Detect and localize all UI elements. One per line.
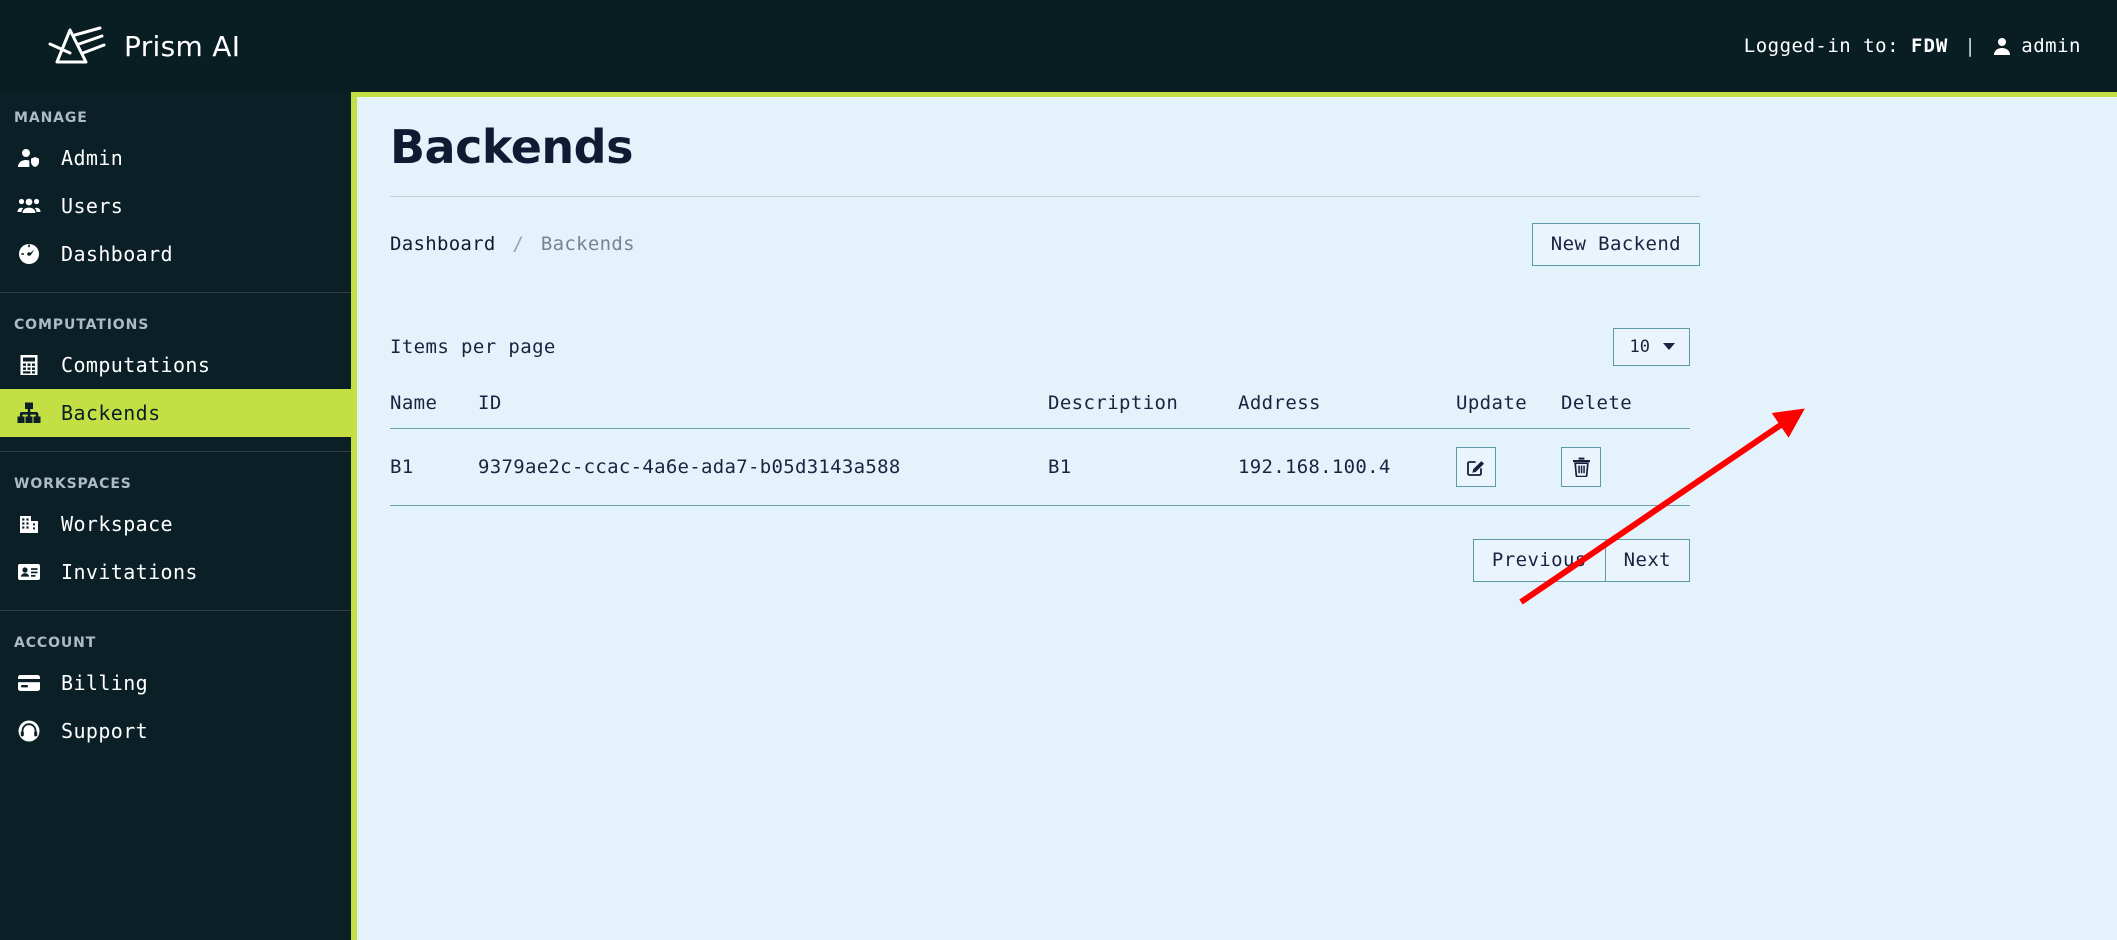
sidebar-item-backends[interactable]: Backends xyxy=(0,389,351,437)
previous-page-button[interactable]: Previous xyxy=(1472,538,1605,582)
nav-group-manage: MANAGE Admin Users Dashboard xyxy=(0,92,351,278)
items-per-page-label: Items per page xyxy=(390,335,556,358)
tenant-name: FDW xyxy=(1911,35,1949,57)
next-page-button[interactable]: Next xyxy=(1604,538,1690,582)
cell-name: B1 xyxy=(390,428,478,506)
nav-group-workspaces: WORKSPACES Workspace Invitations xyxy=(0,451,351,596)
cell-update xyxy=(1456,428,1561,506)
main-content: Backends Dashboard / Backends New Backen… xyxy=(357,92,2117,940)
id-card-icon xyxy=(16,559,42,585)
nav-section-label-workspaces: WORKSPACES xyxy=(14,476,132,492)
sidebar-item-dashboard[interactable]: Dashboard xyxy=(0,230,351,278)
cell-address: 192.168.100.4 xyxy=(1238,428,1456,506)
new-backend-button[interactable]: New Backend xyxy=(1531,223,1700,266)
brand-name: Prism AI xyxy=(124,29,241,63)
sidebar-item-label: Backends xyxy=(61,401,161,425)
brand[interactable]: Prism AI xyxy=(0,22,240,70)
update-button[interactable] xyxy=(1456,446,1496,487)
table-body: B1 9379ae2c-ccac-4a6e-ada7-b05d3143a588 … xyxy=(390,428,1690,506)
calculator-icon xyxy=(16,352,42,378)
top-bar: Prism AI Logged-in to: FDW | admin xyxy=(0,0,2117,92)
items-per-page-select[interactable]: 10 xyxy=(1612,327,1690,366)
building-icon xyxy=(16,511,42,537)
cell-id: 9379ae2c-ccac-4a6e-ada7-b05d3143a588 xyxy=(478,428,1048,506)
sidebar-item-workspace[interactable]: Workspace xyxy=(0,500,351,548)
column-header-description: Description xyxy=(1048,391,1238,429)
column-header-delete: Delete xyxy=(1561,391,1690,429)
sidebar-item-billing[interactable]: Billing xyxy=(0,659,351,707)
user-menu[interactable]: admin xyxy=(1992,35,2081,57)
cell-delete xyxy=(1561,428,1690,506)
table-row: B1 9379ae2c-ccac-4a6e-ada7-b05d3143a588 … xyxy=(390,428,1690,506)
nav-section-label-computations: COMPUTATIONS xyxy=(14,317,150,333)
breadcrumb-separator: / xyxy=(512,233,525,256)
logged-in-label: Logged-in to: xyxy=(1743,35,1900,57)
nav-section-label-account: ACCOUNT xyxy=(14,635,97,651)
edit-pencil-square-icon xyxy=(1466,457,1486,477)
sidebar-item-label: Billing xyxy=(61,671,149,695)
sidebar-item-support[interactable]: Support xyxy=(0,707,351,755)
sitemap-icon xyxy=(16,400,42,426)
breadcrumb: Dashboard / Backends xyxy=(390,233,635,255)
user-shield-icon xyxy=(16,145,42,171)
sidebar-accent-strip xyxy=(351,92,357,940)
column-header-id: ID xyxy=(478,391,1048,429)
sidebar-item-label: Dashboard xyxy=(61,242,173,266)
sidebar-item-label: Support xyxy=(61,719,149,743)
pagination: Previous Next xyxy=(390,538,1690,582)
page-title: Backends xyxy=(390,120,633,174)
sidebar-item-invitations[interactable]: Invitations xyxy=(0,548,351,596)
nav-group-computations: COMPUTATIONS Computations Backends xyxy=(0,292,351,437)
sidebar-item-label: Computations xyxy=(61,353,211,377)
users-group-icon xyxy=(16,193,42,219)
sidebar-item-computations[interactable]: Computations xyxy=(0,341,351,389)
breadcrumb-dashboard[interactable]: Dashboard xyxy=(390,233,496,255)
delete-button[interactable] xyxy=(1561,446,1601,487)
trash-icon xyxy=(1572,457,1591,477)
column-header-name: Name xyxy=(390,391,478,429)
nav-section-label-manage: MANAGE xyxy=(14,110,88,126)
user-icon xyxy=(1992,36,2012,56)
username: admin xyxy=(2021,35,2081,57)
column-header-address: Address xyxy=(1238,391,1456,429)
sidebar-item-admin[interactable]: Admin xyxy=(0,134,351,182)
sidebar-item-users[interactable]: Users xyxy=(0,182,351,230)
sidebar-item-label: Users xyxy=(61,194,124,218)
cell-description: B1 xyxy=(1048,428,1238,506)
dashboard-gauge-icon xyxy=(16,241,42,267)
table-header-row: Name ID Description Address Update Delet… xyxy=(390,391,1690,429)
sidebar-item-label: Invitations xyxy=(61,560,198,584)
sidebar: MANAGE Admin Users Dashboard COMPUTATION… xyxy=(0,92,351,940)
sidebar-item-label: Workspace xyxy=(61,512,173,536)
chevron-down-icon xyxy=(1663,343,1675,351)
credit-card-icon xyxy=(16,670,42,696)
headset-icon xyxy=(16,718,42,744)
column-header-update: Update xyxy=(1456,391,1561,429)
prism-logo-icon xyxy=(44,22,108,70)
sidebar-item-label: Admin xyxy=(61,146,124,170)
content-accent-strip xyxy=(351,92,2117,97)
table-header: Name ID Description Address Update Delet… xyxy=(390,391,1690,429)
breadcrumb-row: Dashboard / Backends New Backend xyxy=(390,197,1700,266)
items-per-page-row: Items per page 10 xyxy=(390,327,1690,366)
backends-table: Name ID Description Address Update Delet… xyxy=(390,391,1690,506)
nav-group-account: ACCOUNT Billing Support xyxy=(0,610,351,755)
divider: | xyxy=(1964,35,1977,57)
top-bar-right: Logged-in to: FDW | admin xyxy=(1744,35,2117,57)
items-per-page-value: 10 xyxy=(1629,336,1650,357)
app-root: Prism AI Logged-in to: FDW | admin MANAG… xyxy=(0,0,2117,940)
breadcrumb-current: Backends xyxy=(540,233,635,256)
